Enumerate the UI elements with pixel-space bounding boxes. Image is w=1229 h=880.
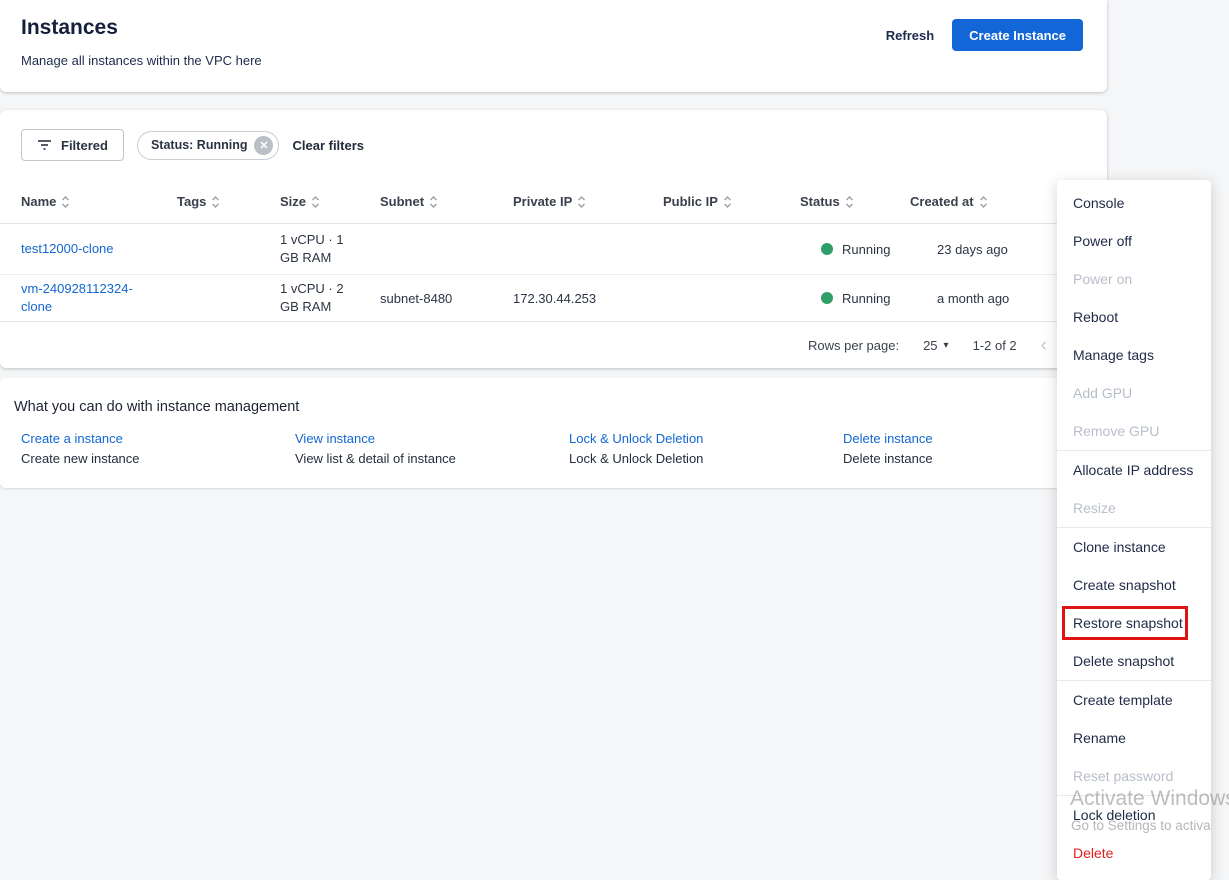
help-links: Create a instance Create new instance Vi… [21,431,1101,466]
filter-icon [37,139,52,151]
menu-item-resize: Resize [1057,489,1211,527]
menu-item-manage-tags[interactable]: Manage tags [1057,336,1211,374]
sort-icon [61,195,70,209]
previous-page-icon[interactable]: ‹ [1041,336,1047,355]
sort-icon [429,195,438,209]
menu-item-clone-instance[interactable]: Clone instance [1057,528,1211,566]
filter-bar: Filtered Status: Running ✕ Clear filters [21,129,364,161]
column-header-subnet[interactable]: Subnet [380,194,513,209]
column-header-name[interactable]: Name [21,194,177,209]
menu-item-remove-gpu: Remove GPU [1057,412,1211,450]
menu-item-add-gpu: Add GPU [1057,374,1211,412]
cell-subnet: subnet-8480 [380,291,513,306]
menu-item-delete-snapshot[interactable]: Delete snapshot [1057,642,1211,680]
sort-icon [723,195,732,209]
column-header-status[interactable]: Status [800,194,910,209]
menu-item-lock-deletion[interactable]: Lock deletion [1057,796,1211,834]
page-subtitle: Manage all instances within the VPC here [21,53,262,68]
status-label: Running [842,242,890,257]
header-actions: Refresh Create Instance [886,19,1083,51]
sort-icon [311,195,320,209]
menu-item-power-off[interactable]: Power off [1057,222,1211,260]
sort-icon [211,195,220,209]
table-header-row: Name Tags Size Subnet Private IP Public … [0,180,1107,224]
table-row: vm-240928112324-clone 1 vCPU · 2 GB RAM … [0,275,1107,322]
clear-filters-button[interactable]: Clear filters [292,138,364,153]
status-label: Running [842,291,890,306]
status-running-dot-icon [821,243,833,255]
filter-chip-label: Status: Running [151,138,248,152]
cell-status: Running [800,291,910,306]
cell-size: 1 vCPU · 1 GB RAM [280,231,362,267]
menu-item-console[interactable]: Console [1057,184,1211,222]
menu-item-rename[interactable]: Rename [1057,719,1211,757]
table-row: test12000-clone 1 vCPU · 1 GB RAM Runnin… [0,224,1107,275]
menu-item-allocate-ip-address[interactable]: Allocate IP address [1057,451,1211,489]
menu-item-reset-password: Reset password [1057,757,1211,795]
help-link-description: View list & detail of instance [295,451,569,466]
page-header: Instances Manage all instances within th… [0,0,1107,92]
instance-actions-menu: Console Power off Power on Reboot Manage… [1057,180,1211,880]
help-item: View instance View list & detail of inst… [295,431,569,466]
chip-close-icon[interactable]: ✕ [254,136,273,155]
cell-status: Running [800,242,910,257]
help-item: Create a instance Create new instance [21,431,295,466]
help-link-create-instance[interactable]: Create a instance [21,431,295,446]
rows-per-page-label: Rows per page: [808,338,899,353]
filter-chip-status-running[interactable]: Status: Running ✕ [137,131,280,160]
cell-private-ip: 172.30.44.253 [513,291,663,306]
page-title: Instances [21,16,118,40]
help-item: Lock & Unlock Deletion Lock & Unlock Del… [569,431,843,466]
column-header-private-ip[interactable]: Private IP [513,194,663,209]
pagination-bar: Rows per page: 25 ▾ 1-2 of 2 ‹ [808,322,1047,368]
filtered-button-label: Filtered [61,138,108,153]
menu-item-create-snapshot[interactable]: Create snapshot [1057,566,1211,604]
create-instance-button[interactable]: Create Instance [952,19,1083,51]
help-title: What you can do with instance management [14,399,299,415]
caret-down-icon: ▾ [944,340,949,351]
pagination-range: 1-2 of 2 [973,338,1017,353]
help-link-description: Create new instance [21,451,295,466]
instance-name-link[interactable]: test12000-clone [21,240,156,258]
sort-icon [979,195,988,209]
cell-size: 1 vCPU · 2 GB RAM [280,280,362,316]
menu-item-reboot[interactable]: Reboot [1057,298,1211,336]
menu-item-create-template[interactable]: Create template [1057,681,1211,719]
help-link-lock-unlock-deletion[interactable]: Lock & Unlock Deletion [569,431,843,446]
column-header-tags[interactable]: Tags [177,194,280,209]
menu-item-restore-snapshot[interactable]: Restore snapshot [1057,604,1211,642]
help-card: What you can do with instance management… [0,378,1107,488]
column-header-public-ip[interactable]: Public IP [663,194,800,209]
sort-icon [577,195,586,209]
filtered-button[interactable]: Filtered [21,129,124,161]
refresh-button[interactable]: Refresh [886,28,934,43]
rows-per-page-select[interactable]: 25 ▾ [923,338,949,353]
help-link-view-instance[interactable]: View instance [295,431,569,446]
status-running-dot-icon [821,292,833,304]
instances-table-card: Filtered Status: Running ✕ Clear filters… [0,110,1107,368]
help-link-description: Lock & Unlock Deletion [569,451,843,466]
menu-item-power-on: Power on [1057,260,1211,298]
instance-name-link[interactable]: vm-240928112324-clone [21,280,156,315]
menu-item-delete[interactable]: Delete [1057,834,1211,872]
column-header-size[interactable]: Size [280,194,380,209]
rows-per-page-value: 25 [923,338,937,353]
sort-icon [845,195,854,209]
